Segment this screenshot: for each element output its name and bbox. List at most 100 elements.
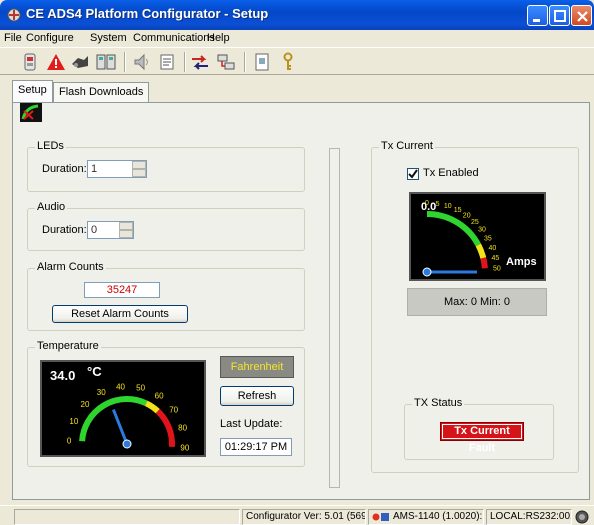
hardware-icon[interactable] [70, 52, 90, 72]
device-icon[interactable] [20, 52, 40, 72]
gauge-tick-label: 40 [489, 245, 497, 252]
tab-setup[interactable]: Setup [12, 80, 53, 103]
audio-duration-stepper[interactable]: 0 [87, 221, 134, 239]
title-bar: CE ADS4 Platform Configurator - Setup [0, 0, 594, 30]
gauge-tick-label: 35 [484, 236, 492, 243]
temperature-gauge: 34.0 °C 0 10 20 30 40 50 60 70 80 90 [40, 360, 206, 457]
tx-enabled-checkbox[interactable] [407, 168, 419, 180]
temperature-title: Temperature [35, 340, 101, 352]
minimize-icon [533, 19, 540, 22]
menu-configure[interactable]: Configure [26, 32, 74, 44]
app-icon [7, 8, 21, 22]
maximize-icon [554, 10, 566, 22]
gauge-tick-label: 60 [155, 392, 164, 401]
leds-duration-stepper[interactable]: 1 [87, 160, 147, 178]
gauge-tick-label: 70 [169, 406, 178, 415]
checkmark-icon [408, 169, 418, 179]
toolbar-separator [124, 52, 126, 72]
tx-status-title: TX Status [412, 397, 465, 409]
audio-title: Audio [35, 201, 68, 213]
gauge-tick-label: 40 [116, 382, 125, 391]
gauge-tick-label: 50 [493, 266, 501, 273]
close-button[interactable] [571, 5, 592, 26]
toolbar [0, 47, 594, 75]
toolbar-separator [244, 52, 246, 72]
minimize-button[interactable] [527, 5, 548, 26]
tx-current-dial: 0 5 1015202530 35 40 45 50 [422, 200, 501, 277]
status-pane-empty [14, 509, 240, 525]
last-update-label: Last Update: [220, 418, 283, 430]
gauge-tick-label: 20 [81, 400, 90, 409]
gauge-tick-label: 5 [436, 201, 440, 208]
tx-current-title: Tx Current [379, 140, 435, 152]
status-device: AMS-1140 (1.0020): [368, 509, 484, 525]
spin-up-button[interactable] [119, 222, 133, 230]
close-icon [577, 11, 588, 22]
audio-duration-label: Duration: [42, 224, 87, 236]
status-version: Configurator Ver: 5.01 (569) [242, 509, 366, 525]
arrows-icon[interactable] [190, 52, 210, 72]
speaker-icon[interactable] [132, 52, 152, 72]
gauge-hub [122, 439, 132, 449]
gauge-tick-label: 0 [425, 200, 429, 207]
alarm-count-value: 35247 [84, 282, 160, 298]
key-icon[interactable] [278, 52, 298, 72]
tx-current-fault-badge: Tx Current Fault [440, 422, 524, 454]
max-min-readout: Max: 0 Min: 0 [407, 288, 547, 316]
status-connection: LOCAL:RS232:001 [486, 509, 572, 525]
panel-divider [329, 148, 340, 488]
audio-duration-value: 0 [91, 224, 98, 236]
gauge-tick-label: 15 [454, 207, 462, 214]
menu-bar: File Configure System Communications Hel… [0, 30, 594, 47]
leds-duration-label: Duration: [42, 163, 87, 175]
gauge-status-icon [20, 103, 42, 122]
panels-icon[interactable] [96, 52, 116, 72]
transfer-icon[interactable] [216, 52, 236, 72]
temperature-dial: 0 1020 30 40 50 60 7080 90 [67, 382, 190, 453]
gauge-tick-label: 20 [463, 212, 471, 219]
maximize-button[interactable] [549, 5, 570, 26]
toolbar-separator [184, 52, 186, 72]
spin-down-button[interactable] [119, 230, 133, 238]
alarm-counts-title: Alarm Counts [35, 261, 106, 273]
menu-communications[interactable]: Communications [133, 32, 215, 44]
reset-alarm-counts-button[interactable]: Reset Alarm Counts [52, 305, 188, 323]
device-status-icon [372, 513, 389, 521]
gauge-arc-segment [155, 409, 175, 448]
menu-help[interactable]: Help [207, 32, 230, 44]
fahrenheit-button[interactable]: Fahrenheit [220, 356, 294, 378]
gauge-arc-segment [79, 396, 148, 442]
leds-duration-value: 1 [91, 163, 98, 175]
menu-system[interactable]: System [90, 32, 127, 44]
gauge-hub [422, 267, 432, 277]
spin-down-button[interactable] [132, 169, 146, 177]
gauge-tick-label: 25 [471, 219, 479, 226]
page-icon[interactable] [252, 52, 272, 72]
gauge-arc-segment [480, 257, 488, 269]
gauge-tick-label: 90 [180, 444, 189, 453]
status-device-text: AMS-1140 (1.0020): [393, 511, 483, 522]
leds-title: LEDs [35, 140, 66, 152]
gauge-tick-label: 80 [178, 424, 187, 433]
refresh-button[interactable]: Refresh [220, 386, 294, 406]
gauge-tick-label: 30 [97, 388, 106, 397]
menu-file[interactable]: File [4, 32, 22, 44]
connection-indicator-icon [575, 510, 589, 524]
gauge-arc-segment [475, 243, 487, 259]
tx-enabled-label: Tx Enabled [423, 167, 479, 179]
spin-up-button[interactable] [132, 161, 146, 169]
window-title: CE ADS4 Platform Configurator - Setup [26, 6, 269, 21]
gauge-tick-label: 10 [69, 417, 78, 426]
gauge-tick-label: 50 [136, 384, 145, 393]
gauge-tick-label: 10 [444, 203, 452, 210]
gauge-needle [111, 409, 129, 445]
gauge-tick-label: 45 [492, 255, 500, 262]
gauge-arc-segment [144, 400, 160, 414]
warning-icon[interactable] [46, 52, 66, 72]
status-bar: Configurator Ver: 5.01 (569) AMS-1140 (1… [0, 505, 594, 525]
notes-icon[interactable] [158, 52, 178, 72]
last-update-time: 01:29:17 PM [220, 438, 292, 456]
gauge-tick-label: 30 [478, 227, 486, 234]
gauge-tick-label: 0 [67, 436, 72, 445]
tab-flash-downloads[interactable]: Flash Downloads [53, 82, 150, 102]
